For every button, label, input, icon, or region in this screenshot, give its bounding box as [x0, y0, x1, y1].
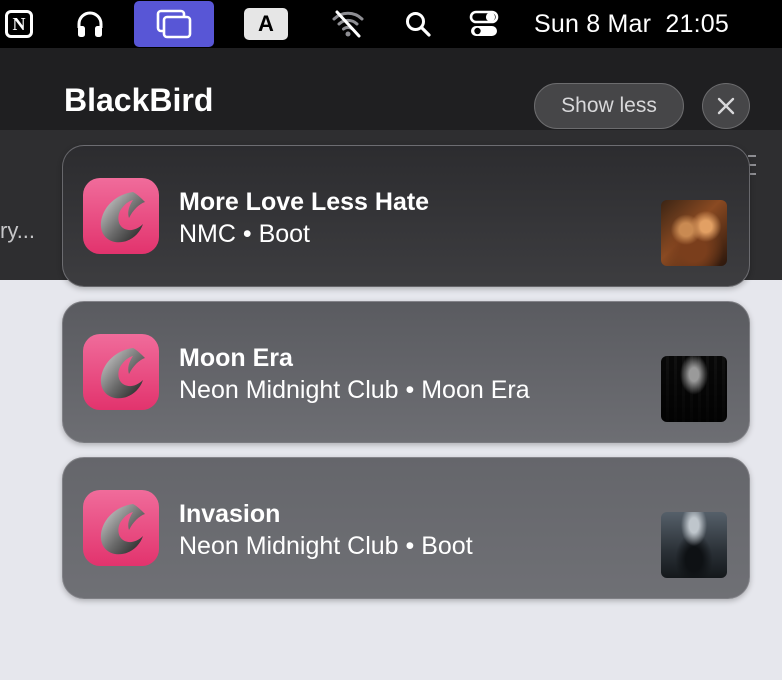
close-icon — [717, 97, 735, 115]
notification-subtitle: Neon Midnight Club • Moon Era — [179, 376, 530, 404]
notification-title: Invasion — [179, 500, 281, 528]
notification-text: Invasion Neon Midnight Club • Boot — [179, 498, 639, 562]
notification-text: More Love Less Hate NMC • Boot — [179, 186, 639, 250]
control-center-icon[interactable] — [464, 0, 504, 48]
blackbird-app-icon — [83, 178, 159, 254]
show-less-button[interactable]: Show less — [534, 83, 684, 129]
notion-letter: N — [5, 10, 33, 38]
close-button[interactable] — [702, 83, 750, 129]
notification-title: More Love Less Hate — [179, 188, 430, 216]
notion-icon[interactable]: N — [0, 0, 40, 48]
input-source-icon[interactable]: A — [242, 0, 290, 48]
notification-app-name: BlackBird — [64, 82, 214, 118]
menubar-clock[interactable]: Sun 8 Mar 21:05 — [534, 0, 729, 48]
input-source-letter: A — [244, 8, 288, 40]
album-art-thumbnail — [661, 200, 727, 266]
notification-card[interactable]: Invasion Neon Midnight Club • Boot — [62, 457, 750, 599]
wifi-off-icon[interactable] — [328, 0, 368, 48]
windows-icon[interactable] — [134, 1, 214, 47]
notification-subtitle: Neon Midnight Club • Boot — [179, 532, 473, 560]
blackbird-app-icon — [83, 490, 159, 566]
notification-card[interactable]: Moon Era Neon Midnight Club • Moon Era — [62, 301, 750, 443]
headphones-icon[interactable] — [70, 0, 110, 48]
notification-title: Moon Era — [179, 344, 293, 372]
notification-subtitle: NMC • Boot — [179, 220, 311, 248]
notification-text: Moon Era Neon Midnight Club • Moon Era — [179, 342, 639, 406]
truncated-text: ry... — [0, 218, 36, 243]
search-icon[interactable] — [398, 0, 438, 48]
album-art-thumbnail — [661, 512, 727, 578]
album-art-thumbnail — [661, 356, 727, 422]
blackbird-app-icon — [83, 334, 159, 410]
notification-card[interactable]: More Love Less Hate NMC • Boot — [62, 145, 750, 287]
menu-bar: N A Sun 8 Mar 21:05 — [0, 0, 782, 48]
